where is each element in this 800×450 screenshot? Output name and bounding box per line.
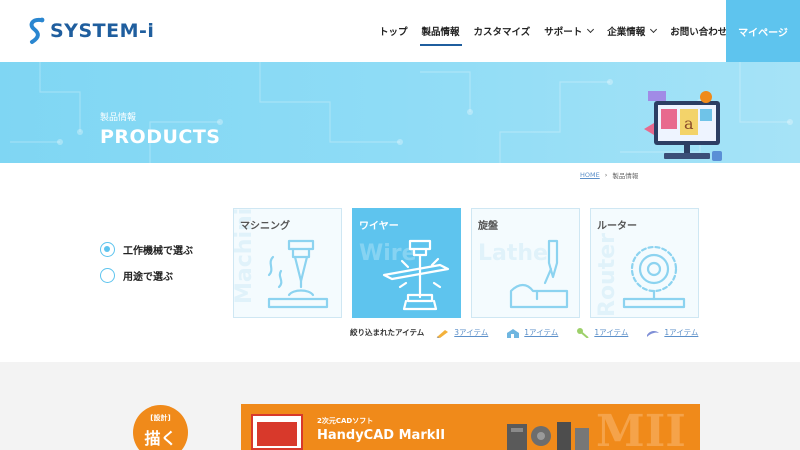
site-header: SYSTEM-i トップ 製品情報 カスタマイズ サポート 企業情報 お問い合わ…: [0, 0, 800, 62]
filter-item-swoosh[interactable]: 1アイテム: [646, 327, 698, 338]
brand-name: SYSTEM-i: [50, 20, 155, 42]
banner-watermark: MII: [596, 406, 686, 450]
filter-count[interactable]: 1アイテム: [594, 327, 628, 338]
radio-label: 工作機械で選ぶ: [123, 245, 193, 257]
lathe-icon: [509, 239, 569, 309]
design-monitor-illustration: a: [644, 91, 722, 161]
radio-button[interactable]: [100, 267, 115, 283]
filter-count[interactable]: 3アイテム: [454, 327, 488, 338]
banner-subtitle: 2次元CADソフト: [317, 417, 374, 425]
badge-small-text: [設計]: [150, 414, 171, 422]
nav-item-customize[interactable]: カスタマイズ: [467, 0, 538, 62]
page-title: PRODUCTS: [100, 126, 221, 148]
product-banner-handycad[interactable]: MII 2次元CADソフト HandyCAD MarkII: [241, 404, 700, 450]
nav-item-company[interactable]: 企業情報: [600, 0, 663, 62]
product-box-label: [257, 422, 297, 446]
filter-item-house[interactable]: 1アイテム: [506, 327, 558, 338]
card-label: ルーター: [597, 221, 637, 232]
house-icon: [507, 328, 520, 338]
mypage-button[interactable]: マイページ: [726, 0, 800, 62]
machining-icon: [267, 239, 329, 309]
badge-big-text: 描く: [144, 429, 177, 448]
nav-item-top[interactable]: トップ: [372, 0, 415, 62]
category-card-router[interactable]: Router ルーター: [590, 208, 699, 318]
product-box-image: [251, 414, 303, 450]
card-label: マシニング: [240, 221, 290, 232]
filter-label: 絞り込まれたアイテム: [350, 328, 425, 337]
category-card-wire[interactable]: Wire ワイヤー: [352, 208, 461, 318]
radio-option-usage[interactable]: 用途で選ぶ: [100, 262, 193, 288]
banner-title: HandyCAD MarkII: [317, 428, 446, 443]
filtered-items-row: 絞り込まれたアイテム 3アイテム 1アイテム 1アイテム 1アイテム: [350, 327, 716, 338]
breadcrumb: HOME › 製品情報: [580, 170, 638, 180]
svg-text:a: a: [684, 114, 694, 133]
nav-label: 企業情報: [607, 27, 646, 38]
breadcrumb-current: 製品情報: [612, 172, 639, 180]
radio-option-machine[interactable]: 工作機械で選ぶ: [100, 236, 193, 262]
logo-s-icon: [29, 17, 45, 44]
nav-item-products[interactable]: 製品情報: [415, 0, 467, 62]
chevron-down-icon: [650, 25, 658, 34]
nav-label: トップ: [379, 27, 408, 38]
filter-item-wrench[interactable]: 1アイテム: [576, 327, 628, 338]
card-label: ワイヤー: [359, 221, 399, 232]
nav-item-support[interactable]: サポート: [537, 0, 600, 62]
filter-count[interactable]: 1アイテム: [524, 327, 558, 338]
nav-label: 製品情報: [421, 27, 460, 38]
category-card-lathe[interactable]: Lathe 旋盤: [471, 208, 580, 318]
breadcrumb-separator: ›: [604, 171, 608, 179]
radio-label: 用途で選ぶ: [123, 271, 173, 283]
pen-icon: [437, 329, 449, 338]
nav-label: サポート: [544, 27, 583, 38]
swoosh-icon: [647, 330, 660, 337]
category-card-machining[interactable]: Machining マシニング: [233, 208, 342, 318]
hero-subtitle: 製品情報: [100, 113, 137, 123]
nav-label: カスタマイズ: [473, 27, 531, 38]
machine-parts-image: [507, 422, 589, 450]
chevron-down-icon: [587, 25, 595, 34]
router-icon: [622, 245, 686, 309]
wrench-icon: [577, 327, 589, 338]
filter-item-pen[interactable]: 3アイテム: [436, 327, 488, 338]
main-nav: トップ 製品情報 カスタマイズ サポート 企業情報 お問い合わせ: [372, 0, 745, 62]
brand-logo[interactable]: SYSTEM-i: [26, 17, 154, 45]
wire-icon: [382, 239, 450, 311]
selection-mode-group: 工作機械で選ぶ 用途で選ぶ: [100, 236, 193, 288]
radio-button[interactable]: [100, 241, 115, 257]
filter-count[interactable]: 1アイテム: [664, 327, 698, 338]
card-label: 旋盤: [478, 221, 498, 232]
breadcrumb-home-link[interactable]: HOME: [580, 171, 600, 179]
nav-label: お問い合わせ: [670, 27, 728, 38]
